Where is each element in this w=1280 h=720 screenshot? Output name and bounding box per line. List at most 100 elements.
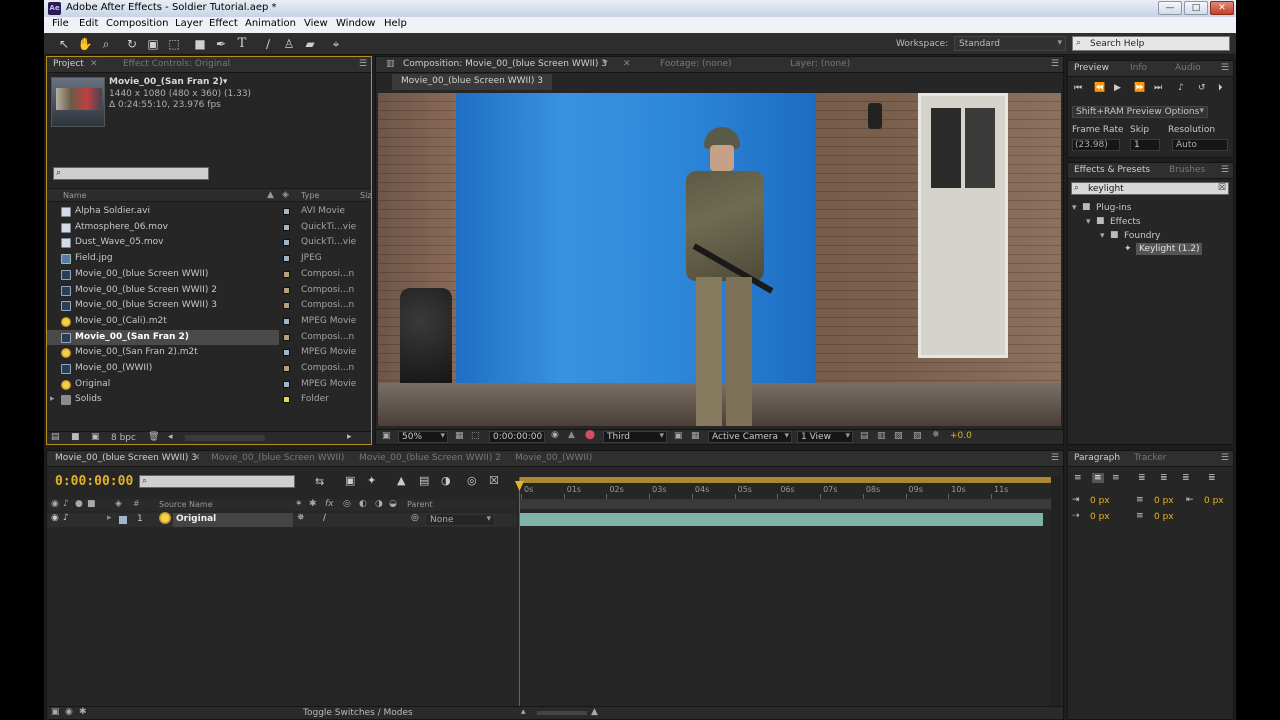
project-item[interactable]: Movie_00_(blue Screen WWII) 3 Composi...n — [47, 298, 372, 314]
graph-editor-icon[interactable]: ◎ — [467, 474, 477, 487]
expand-triangle-icon[interactable]: ▸ — [50, 394, 55, 404]
close-icon[interactable]: ✕ — [90, 59, 98, 69]
zoom-in-icon[interactable]: ▲ — [591, 707, 598, 717]
timeline-search-input[interactable]: ⌕ — [139, 475, 295, 488]
label-color-swatch[interactable] — [283, 396, 290, 404]
tab-composition[interactable]: Composition: Movie_00_(blue Screen WWII)… — [403, 59, 607, 69]
label-tag-icon[interactable]: ◈ — [282, 190, 289, 200]
tab-effects-presets[interactable]: Effects & Presets — [1074, 165, 1150, 175]
region-of-interest-icon[interactable]: ▣ — [674, 431, 683, 441]
horizontal-scrollbar[interactable] — [185, 435, 265, 441]
column-size[interactable]: Siz — [360, 191, 372, 200]
layer-label-color[interactable] — [119, 516, 127, 524]
solo-switch-icon[interactable]: ● — [75, 499, 83, 509]
menu-layer[interactable]: Layer — [175, 18, 203, 29]
quality-line-icon[interactable]: ∕ — [323, 513, 326, 523]
frame-blending-icon[interactable]: ▤ — [419, 474, 429, 487]
menu-view[interactable]: View — [304, 18, 328, 29]
skip-select[interactable]: 1 — [1130, 139, 1160, 151]
timeline-timecode[interactable]: 0:00:00:00 — [55, 474, 133, 489]
trash-icon[interactable]: 🗑 — [148, 432, 159, 442]
tab-timeline-comp-1[interactable]: Movie_00_(blue Screen WWII) — [211, 453, 344, 463]
3d-switch-icon[interactable]: ◒ — [389, 499, 397, 509]
project-item[interactable]: ▸ Solids Folder — [47, 392, 372, 408]
camera-select[interactable]: Active Camera ▾ — [708, 431, 792, 443]
expand-triangle-icon[interactable]: ▾ — [1086, 217, 1091, 227]
new-folder-icon[interactable]: ■ — [71, 432, 80, 442]
previous-frame-icon[interactable]: ⏪ — [1094, 83, 1105, 93]
indent-left-value[interactable]: 0 px — [1090, 496, 1110, 506]
lock-switch-icon[interactable]: ■ — [87, 499, 96, 509]
panel-menu-icon[interactable]: ☰ — [359, 59, 367, 69]
quality-switch-icon[interactable]: ◎ — [343, 499, 351, 509]
last-frame-icon[interactable]: ⏭ — [1154, 83, 1162, 93]
layer-row[interactable]: ◉ ♪ ▸ 1 Original ✵ ∕ ◎ None ▾ — [47, 512, 517, 527]
timeline-zoom-slider[interactable] — [537, 711, 587, 715]
tree-plugins[interactable]: Plug-ins — [1096, 203, 1132, 213]
close-icon[interactable]: ✕ — [193, 453, 201, 463]
tab-timeline-comp-2[interactable]: Movie_00_(blue Screen WWII) 2 — [359, 453, 501, 463]
tree-effects[interactable]: Effects — [1110, 217, 1141, 227]
expand-triangle-icon[interactable]: ▾ — [1072, 203, 1077, 213]
project-item[interactable]: Movie_00_(WWII) Composi...n — [47, 361, 372, 377]
motion-blur-icon[interactable]: ◑ — [441, 474, 451, 487]
panel-menu-icon[interactable]: ☰ — [1221, 165, 1229, 175]
label-color-swatch[interactable] — [283, 333, 290, 341]
timeline-vscroll[interactable] — [1051, 477, 1061, 717]
toggle-switches-icon[interactable]: ▣ — [51, 707, 60, 717]
column-parent[interactable]: Parent — [407, 500, 433, 509]
parent-select[interactable]: None ▾ — [425, 514, 495, 526]
lock-icon[interactable]: ▥ — [386, 59, 395, 69]
select-arrow-icon[interactable]: ↖ — [56, 36, 72, 52]
menu-help[interactable]: Help — [384, 18, 407, 29]
text-icon[interactable]: T — [234, 36, 250, 52]
pen-icon[interactable]: ✒ — [213, 36, 229, 52]
tree-foundry[interactable]: Foundry — [1124, 231, 1161, 241]
menu-animation[interactable]: Animation — [245, 18, 296, 29]
comp-mini-flowchart-icon[interactable]: ⇆ — [315, 475, 324, 488]
always-preview-icon[interactable]: ▣ — [382, 431, 391, 441]
label-color-swatch[interactable] — [283, 270, 290, 278]
comp-flowchart-icon[interactable]: ▨ — [913, 431, 922, 441]
bit-depth-button[interactable]: 8 bpc — [111, 433, 136, 443]
layer-duration-bar[interactable] — [519, 513, 1043, 526]
tab-tracker[interactable]: Tracker — [1134, 453, 1166, 463]
tab-layer[interactable]: Layer: (none) — [790, 59, 850, 69]
draft-3d-icon[interactable]: ✦ — [367, 474, 376, 487]
label-color-swatch[interactable] — [283, 239, 290, 247]
expand-triangle-icon[interactable]: ▾ — [1100, 231, 1105, 241]
speaker-icon[interactable]: ♪ — [63, 513, 69, 523]
project-item[interactable]: Movie_00_(Cali).m2t MPEG Movie — [47, 314, 372, 330]
toggle-pixel-aspect-icon[interactable]: ▤ — [860, 431, 869, 441]
audio-icon[interactable]: ♪ — [1178, 83, 1184, 93]
eye-icon[interactable]: ◉ — [51, 513, 59, 523]
camera-orbit-icon[interactable]: ▣ — [145, 36, 161, 52]
tab-preview[interactable]: Preview — [1074, 63, 1109, 73]
eraser-icon[interactable]: ▰ — [302, 36, 318, 52]
label-color-swatch[interactable] — [283, 223, 290, 231]
label-color-swatch[interactable] — [283, 380, 290, 388]
label-color-swatch[interactable] — [283, 286, 290, 294]
justify-right-icon[interactable]: ≣ — [1182, 473, 1190, 483]
project-item[interactable]: Movie_00_(San Fran 2).m2t MPEG Movie — [47, 345, 372, 361]
switches-icon[interactable]: ✶ — [295, 499, 303, 509]
adjustment-switch-icon[interactable]: ◑ — [375, 499, 383, 509]
tab-effect-controls[interactable]: Effect Controls: Original — [123, 59, 230, 69]
space-before-value[interactable]: 0 px — [1154, 496, 1174, 506]
zoom-icon[interactable]: ⌕ — [98, 36, 114, 52]
channel-icon[interactable]: ⬤ — [585, 430, 595, 440]
pick-whip-icon[interactable]: ◎ — [411, 513, 419, 523]
first-frame-icon[interactable]: ⏮ — [1074, 83, 1082, 93]
align-center-icon[interactable]: ≡ — [1092, 473, 1104, 483]
tab-audio[interactable]: Audio — [1175, 63, 1201, 73]
sort-up-icon[interactable]: ▲ — [267, 190, 274, 200]
hand-icon[interactable]: ✋ — [77, 36, 93, 52]
preview-options-select[interactable]: Shift+RAM Preview Options ▾ — [1072, 106, 1208, 118]
current-time-field[interactable]: 0:00:00:00 — [489, 431, 545, 443]
motion-blur-switch-icon[interactable]: ◐ — [359, 499, 367, 509]
chevron-down-icon[interactable]: ▾ — [603, 58, 608, 68]
interpret-footage-icon[interactable]: ▤ — [51, 432, 60, 442]
project-search-input[interactable]: ⌕ — [53, 167, 209, 180]
project-item[interactable]: Dust_Wave_05.mov QuickTi...vie — [47, 235, 372, 251]
justify-left-icon[interactable]: ≣ — [1138, 473, 1146, 483]
